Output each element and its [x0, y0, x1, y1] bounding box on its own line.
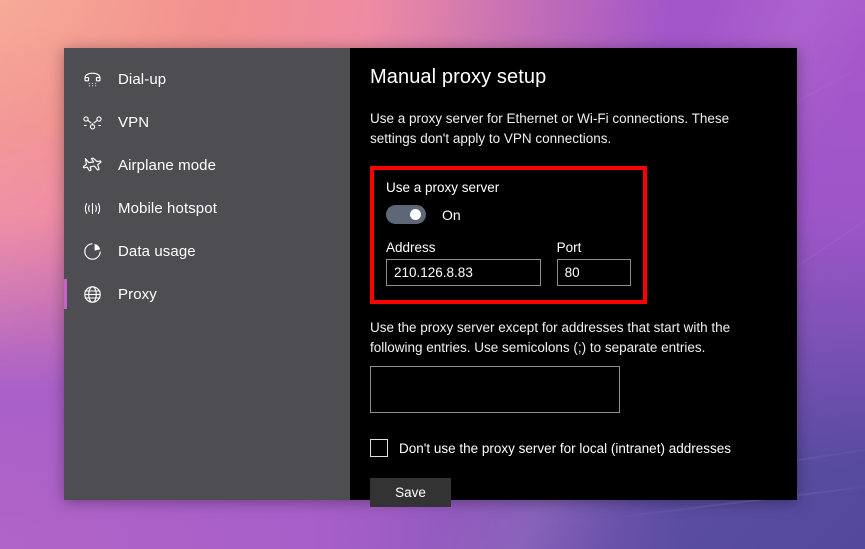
address-field-group: Address	[386, 240, 541, 287]
dial-up-phone-icon	[78, 69, 106, 91]
use-proxy-server-toggle[interactable]	[386, 205, 426, 225]
port-label: Port	[556, 240, 582, 256]
proxy-address-input[interactable]	[386, 259, 541, 287]
bypass-local-label: Don't use the proxy server for local (in…	[399, 440, 731, 456]
sidebar-item-label: Mobile hotspot	[118, 200, 217, 217]
proxy-exceptions-section: Use the proxy server except for addresse…	[370, 318, 771, 418]
selection-indicator	[64, 279, 67, 309]
settings-window: Dial-up VPN Airplane mode Mobile hotspot…	[64, 48, 797, 508]
pie-chart-icon	[78, 241, 106, 263]
proxy-exceptions-input[interactable]	[370, 366, 620, 414]
selection-indicator	[64, 64, 67, 94]
sidebar-item-label: VPN	[118, 114, 150, 131]
exceptions-description-text: Use the proxy server except for addresse…	[370, 320, 731, 355]
use-proxy-server-label: Use a proxy server	[386, 180, 500, 196]
sidebar-item-label: Dial-up	[118, 71, 167, 88]
selection-indicator	[64, 193, 67, 223]
sidebar-item-proxy[interactable]: Proxy	[64, 273, 350, 316]
sidebar-item-label: Proxy	[118, 286, 157, 303]
selection-indicator	[64, 107, 67, 137]
sidebar-item-data-usage[interactable]: Data usage	[64, 230, 350, 273]
vpn-key-icon	[78, 112, 106, 134]
use-proxy-toggle-row: On	[386, 205, 631, 225]
settings-sidebar: Dial-up VPN Airplane mode Mobile hotspot…	[64, 48, 350, 500]
address-port-row: Address Port	[386, 240, 631, 287]
toggle-state-label: On	[442, 206, 461, 223]
globe-icon	[78, 284, 106, 306]
toggle-knob	[410, 209, 421, 221]
sidebar-item-vpn[interactable]: VPN	[64, 101, 350, 144]
bypass-local-row[interactable]: Don't use the proxy server for local (in…	[370, 439, 771, 458]
sidebar-item-label: Airplane mode	[118, 157, 217, 174]
page-title: Manual proxy setup	[370, 66, 547, 88]
port-field-group: Port	[556, 240, 631, 287]
address-label: Address	[386, 240, 436, 256]
sidebar-item-dial-up[interactable]: Dial-up	[64, 58, 350, 101]
airplane-icon	[78, 155, 106, 177]
selection-indicator	[64, 150, 67, 180]
proxy-description-text: Use a proxy server for Ethernet or Wi-Fi…	[370, 111, 730, 146]
sidebar-item-label: Data usage	[118, 243, 196, 260]
highlighted-proxy-server-group: Use a proxy server On Address Port	[370, 166, 647, 305]
bypass-local-checkbox[interactable]	[370, 439, 388, 458]
sidebar-item-mobile-hotspot[interactable]: Mobile hotspot	[64, 187, 350, 230]
proxy-port-input[interactable]	[556, 259, 631, 287]
mobile-hotspot-icon	[78, 198, 106, 220]
manual-proxy-setup-pane: Manual proxy setup Use a proxy server fo…	[350, 48, 797, 508]
selection-indicator	[64, 236, 67, 266]
sidebar-item-airplane-mode[interactable]: Airplane mode	[64, 144, 350, 187]
desktop-wallpaper: Dial-up VPN Airplane mode Mobile hotspot…	[0, 0, 865, 549]
save-button[interactable]: Save	[370, 478, 451, 508]
